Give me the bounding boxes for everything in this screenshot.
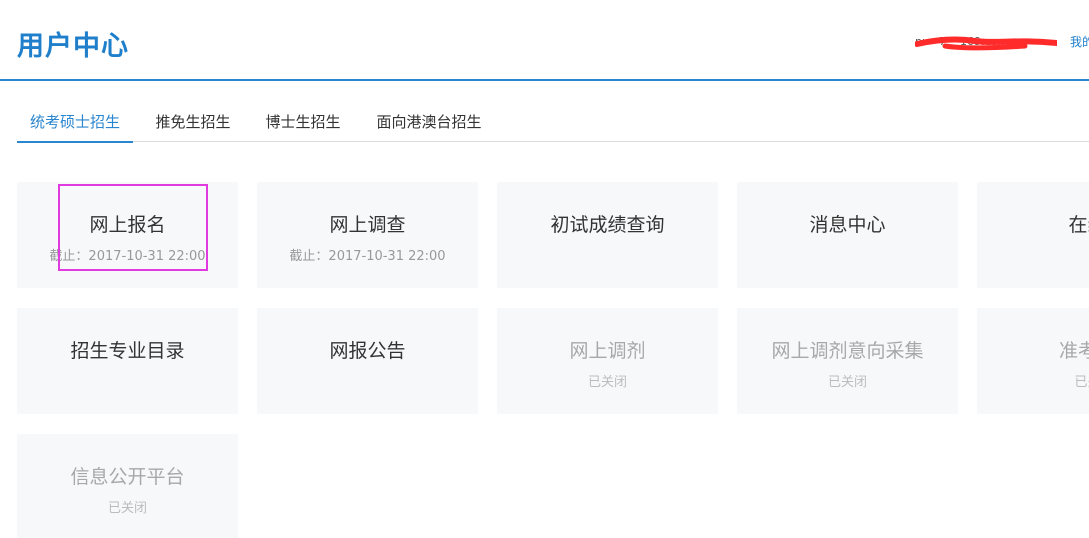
card-adjustment-intent[interactable]: 网上调剂意向采集 已关闭 bbox=[737, 308, 958, 414]
card-title: 网上调查 bbox=[329, 214, 406, 236]
card-title: 网报公告 bbox=[329, 340, 406, 362]
card-title: 在线 bbox=[1068, 214, 1089, 236]
card-major-catalog[interactable]: 招生专业目录 bbox=[17, 308, 238, 414]
card-status: 已关闭 bbox=[107, 501, 147, 516]
card-status: 已关闭 bbox=[587, 375, 627, 390]
card-admission-ticket-partial[interactable]: 准考证 已关 bbox=[977, 308, 1089, 414]
card-online-partial[interactable]: 在线 bbox=[977, 182, 1089, 288]
card-deadline: 截止：2017-10-31 22:00 bbox=[289, 249, 446, 264]
enrollment-tabs: 统考硕士招生 推免生招生 博士生招生 面向港澳台招生 bbox=[17, 102, 1089, 143]
user-center-page: 用户中心 nı · ·7· · 169.com 我的 统考硕士招生 推免生招生 … bbox=[0, 0, 1089, 538]
card-title: 消息中心 bbox=[809, 214, 886, 236]
tab-unified-master[interactable]: 统考硕士招生 bbox=[17, 102, 133, 143]
tab-doctoral[interactable]: 博士生招生 bbox=[262, 102, 344, 142]
tab-hk-macao-taiwan[interactable]: 面向港澳台招生 bbox=[372, 102, 486, 142]
card-online-adjustment[interactable]: 网上调剂 已关闭 bbox=[497, 308, 718, 414]
card-message-center[interactable]: 消息中心 bbox=[737, 182, 958, 288]
header-bar: 用户中心 nı · ·7· · 169.com 我的 bbox=[0, 0, 1089, 81]
card-registration-notice[interactable]: 网报公告 bbox=[257, 308, 478, 414]
card-score-query[interactable]: 初试成绩查询 bbox=[497, 182, 718, 288]
card-title: 网上调剂 bbox=[569, 340, 646, 362]
card-info-disclosure[interactable]: 信息公开平台 已关闭 bbox=[17, 434, 238, 538]
card-online-registration[interactable]: 网上报名 截止：2017-10-31 22:00 bbox=[17, 182, 238, 288]
tab-recommended[interactable]: 推免生招生 bbox=[152, 102, 234, 142]
page-title: 用户中心 bbox=[17, 31, 129, 62]
card-title: 准考证 bbox=[1058, 340, 1089, 362]
redaction-scribble bbox=[915, 36, 1057, 51]
user-name[interactable]: nı · ·7· · 169.com bbox=[915, 30, 1057, 54]
card-title: 初试成绩查询 bbox=[550, 214, 665, 236]
card-deadline: 截止：2017-10-31 22:00 bbox=[49, 249, 206, 264]
card-title: 信息公开平台 bbox=[70, 466, 185, 488]
card-online-survey[interactable]: 网上调查 截止：2017-10-31 22:00 bbox=[257, 182, 478, 288]
user-area: nı · ·7· · 169.com 我的 bbox=[915, 30, 1089, 54]
card-status: 已关闭 bbox=[827, 375, 867, 390]
card-title: 网上报名 bbox=[89, 214, 166, 236]
card-title: 招生专业目录 bbox=[70, 340, 185, 362]
my-account-link[interactable]: 我的 bbox=[1070, 33, 1089, 50]
card-status: 已关 bbox=[1074, 375, 1089, 390]
card-title: 网上调剂意向采集 bbox=[771, 340, 924, 362]
